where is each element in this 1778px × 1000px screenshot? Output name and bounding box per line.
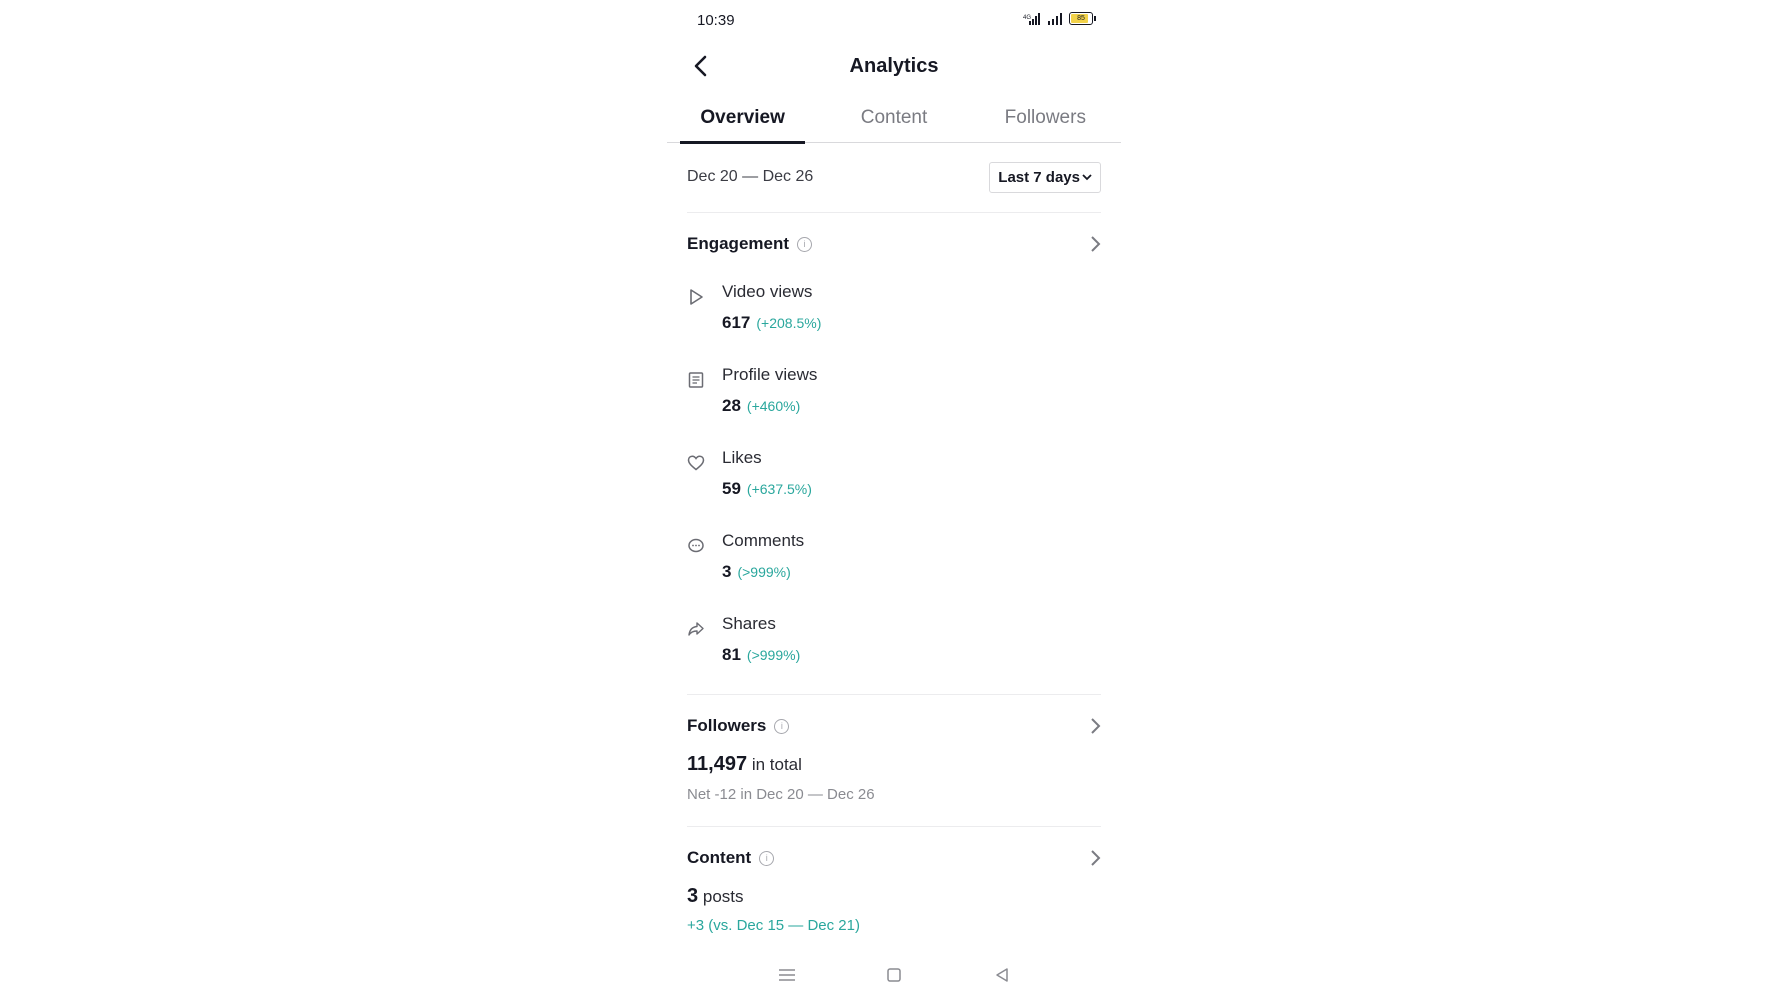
content-title: Content (687, 848, 752, 867)
chevron-right-icon (1091, 236, 1101, 252)
followers-total: 11,497 in total (687, 753, 802, 776)
share-icon (688, 622, 704, 636)
followers-section-header[interactable]: Followers i (687, 711, 1101, 741)
metric-label: Likes (722, 448, 762, 467)
followers-total-suffix: in total (751, 755, 802, 774)
divider (687, 826, 1101, 827)
menu-icon (779, 969, 795, 981)
metric-shares[interactable]: Shares 81 (>999%) (687, 614, 1087, 674)
heart-icon (687, 455, 705, 471)
metric-value-wrap: 59 (+637.5%) (722, 479, 812, 499)
content-comparison: +3 (vs. Dec 15 — Dec 21) (687, 917, 860, 934)
home-button[interactable] (879, 960, 909, 990)
info-icon[interactable]: i (774, 718, 790, 734)
svg-text:4G: 4G (1023, 15, 1031, 21)
square-icon (887, 968, 901, 982)
system-nav-bar (667, 960, 1121, 990)
metric-value: 81 (722, 645, 741, 664)
menu-button[interactable] (772, 960, 802, 990)
profile-icon (688, 372, 704, 388)
date-filter-row: Dec 20 — Dec 26 Last 7 days (687, 160, 1101, 194)
metric-likes[interactable]: Likes 59 (+637.5%) (687, 448, 1087, 508)
app-header: Analytics (667, 44, 1121, 88)
battery-level: 85 (1077, 15, 1085, 22)
metric-video-views[interactable]: Video views 617 (+208.5%) (687, 282, 1087, 342)
tab-followers[interactable]: Followers (970, 96, 1121, 142)
metric-label: Comments (722, 531, 805, 550)
content-count-value: 3 (687, 885, 699, 907)
metric-profile-views[interactable]: Profile views 28 (+460%) (687, 365, 1087, 425)
date-range-select-label: Last 7 days (998, 168, 1080, 186)
followers-title: Followers (687, 716, 767, 735)
signal-4g-icon: 4G (1023, 12, 1040, 25)
content-count: 3 posts (687, 885, 744, 908)
tab-overview[interactable]: Overview (667, 96, 818, 144)
tab-content[interactable]: Content (818, 96, 969, 142)
metric-change: (>999%) (746, 647, 801, 663)
metric-change: (+208.5%) (756, 315, 822, 331)
divider (687, 694, 1101, 695)
phone-screen: 10:39 4G 85 Analytics Overview Content F… (667, 0, 1121, 1000)
followers-net: Net -12 in Dec 20 — Dec 26 (687, 786, 875, 803)
metric-label: Shares (722, 614, 776, 633)
metric-comments[interactable]: Comments 3 (>999%) (687, 531, 1087, 591)
info-icon[interactable]: i (759, 850, 775, 866)
metric-label: Profile views (722, 365, 818, 384)
date-range-select[interactable]: Last 7 days (989, 161, 1101, 193)
metric-value-wrap: 28 (+460%) (722, 396, 800, 416)
chevron-down-icon (1082, 174, 1092, 181)
metric-label: Video views (722, 282, 813, 301)
followers-total-value: 11,497 (687, 753, 748, 775)
metric-value-wrap: 617 (+208.5%) (722, 313, 821, 333)
engagement-section-header[interactable]: Engagement i (687, 229, 1101, 259)
metric-value: 3 (722, 562, 732, 581)
metric-value: 28 (722, 396, 741, 415)
divider (687, 212, 1101, 213)
engagement-title: Engagement (687, 234, 790, 253)
battery-icon: 85 (1069, 12, 1096, 25)
metric-change: (>999%) (737, 564, 791, 580)
metric-value-wrap: 81 (>999%) (722, 645, 800, 665)
signal-icon (1048, 12, 1062, 25)
triangle-back-icon (996, 968, 1008, 982)
content-count-suffix: posts (702, 887, 744, 906)
chevron-right-icon (1091, 850, 1101, 866)
metric-value-wrap: 3 (>999%) (722, 562, 791, 582)
metric-value: 59 (722, 479, 741, 498)
content-section-header[interactable]: Content i (687, 843, 1101, 873)
comment-icon (688, 538, 704, 553)
status-time: 10:39 (697, 12, 735, 29)
date-range: Dec 20 — Dec 26 (687, 168, 814, 185)
metric-change: (+637.5%) (746, 481, 812, 497)
metric-change: (+460%) (746, 398, 801, 414)
page-title: Analytics (849, 55, 939, 77)
status-bar: 10:39 4G 85 (667, 0, 1121, 40)
metric-value: 617 (722, 313, 751, 332)
system-back-button[interactable] (987, 960, 1017, 990)
tab-bar: Overview Content Followers (667, 96, 1121, 144)
chevron-right-icon (1091, 718, 1101, 734)
status-icons: 4G 85 (1023, 12, 1096, 25)
play-icon (690, 289, 703, 305)
info-icon[interactable]: i (797, 236, 813, 252)
